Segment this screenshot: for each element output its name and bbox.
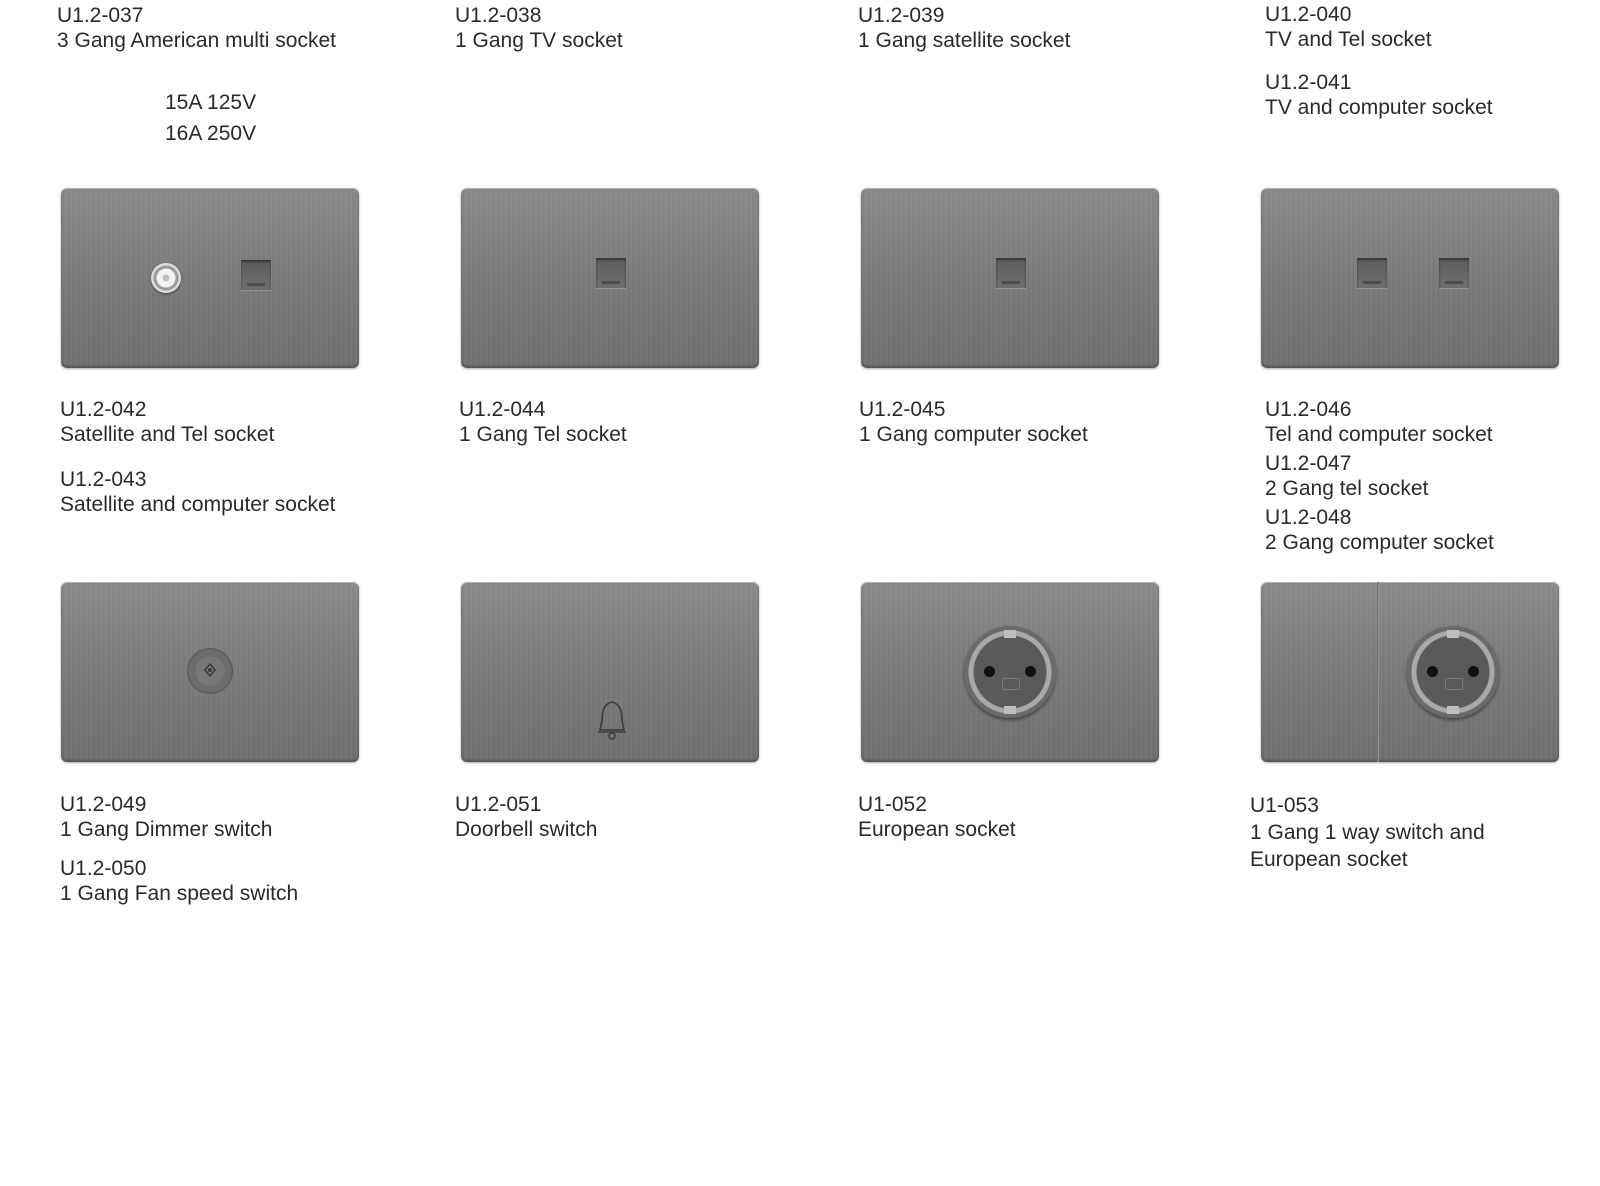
plate-computer (861, 188, 1159, 368)
plate-doorbell (461, 582, 759, 762)
rating-1: 15A 125V (165, 91, 257, 114)
tel-port-icon (596, 258, 626, 288)
caption-u1-2-044: U1.2-044 1 Gang Tel socket (459, 397, 627, 447)
product-code: U1.2-047 (1265, 452, 1352, 475)
product-name: 2 Gang tel socket (1265, 477, 1429, 500)
switch-seam (1377, 582, 1379, 762)
product-code: U1.2-040 (1265, 3, 1352, 26)
plate-european-socket (861, 582, 1159, 762)
tel-port-icon (241, 260, 271, 290)
product-code: U1.2-041 (1265, 71, 1352, 94)
product-code: U1.2-050 (60, 857, 147, 880)
product-name: 1 Gang Dimmer switch (60, 818, 273, 841)
product-name: 1 Gang computer socket (859, 423, 1088, 446)
product-code: U1.2-043 (60, 468, 147, 491)
plate-dimmer (61, 582, 359, 762)
plate-two-ports (1261, 188, 1559, 368)
product-code: U1.2-038 (455, 4, 542, 27)
product-name: 1 Gang TV socket (455, 29, 623, 52)
pin-left (1427, 666, 1438, 677)
tel-port-icon (1357, 258, 1387, 288)
product-code: U1.2-037 (57, 4, 144, 27)
ratings: 15A 125V 16A 250V (165, 87, 256, 149)
caption-u1-2-049: U1.2-049 1 Gang Dimmer switch (60, 792, 272, 842)
bell-icon (598, 701, 626, 740)
caption-u1-2-038: U1.2-038 1 Gang TV socket (455, 3, 623, 53)
caption-u1-2-043: U1.2-043 Satellite and computer socket (60, 467, 335, 517)
product-code: U1.2-051 (455, 793, 542, 816)
product-name-line2: European socket (1250, 848, 1408, 871)
product-name: 1 Gang Tel socket (459, 423, 627, 446)
european-socket-icon (1407, 626, 1499, 718)
tel-port-icon (1439, 258, 1469, 288)
caption-u1-2-040: U1.2-040 TV and Tel socket (1265, 2, 1432, 52)
plate-tv-tel (61, 188, 359, 368)
caption-u1-2-042: U1.2-042 Satellite and Tel socket (60, 397, 274, 447)
plate-tel (461, 188, 759, 368)
rating-2: 16A 250V (165, 122, 257, 145)
ground-clip-top (1004, 630, 1016, 638)
product-code: U1.2-044 (459, 398, 546, 421)
product-code: U1.2-039 (858, 4, 945, 27)
caption-u1-052: U1-052 European socket (858, 792, 1016, 842)
pin-left (984, 666, 995, 677)
product-name: Satellite and computer socket (60, 493, 336, 516)
product-name: Doorbell switch (455, 818, 598, 841)
product-name: 1 Gang satellite socket (858, 29, 1071, 52)
dimmer-knob-icon (187, 648, 233, 694)
caption-u1-2-045: U1.2-045 1 Gang computer socket (859, 397, 1088, 447)
product-code: U1-052 (858, 793, 927, 816)
product-code: U1.2-046 (1265, 398, 1352, 421)
pin-right (1468, 666, 1479, 677)
ground-clip-bottom (1004, 706, 1016, 714)
pin-right (1025, 666, 1036, 677)
caption-u1-2-051: U1.2-051 Doorbell switch (455, 792, 597, 842)
product-name: Satellite and Tel socket (60, 423, 275, 446)
product-name: Tel and computer socket (1265, 423, 1493, 446)
caption-u1-2-037: U1.2-037 3 Gang American multi socket (57, 3, 336, 53)
caption-u1-2-048: U1.2-048 2 Gang computer socket (1265, 505, 1494, 555)
product-name: TV and Tel socket (1265, 28, 1432, 51)
ground-clip-bottom (1447, 706, 1459, 714)
product-name: TV and computer socket (1265, 96, 1493, 119)
european-socket-icon (964, 626, 1056, 718)
caption-u1-053: U1-053 1 Gang 1 way switch and European … (1250, 792, 1485, 873)
tel-port-icon (996, 258, 1026, 288)
bulb-icon (204, 662, 216, 678)
product-code: U1.2-042 (60, 398, 147, 421)
socket-mark (1002, 678, 1020, 690)
product-code: U1-053 (1250, 794, 1319, 817)
caption-u1-2-039: U1.2-039 1 Gang satellite socket (858, 3, 1070, 53)
plate-switch-european-socket (1261, 582, 1559, 762)
product-name: 1 Gang Fan speed switch (60, 882, 299, 905)
caption-u1-2-050: U1.2-050 1 Gang Fan speed switch (60, 856, 298, 906)
caption-u1-2-041: U1.2-041 TV and computer socket (1265, 70, 1493, 120)
caption-u1-2-047: U1.2-047 2 Gang tel socket (1265, 451, 1428, 501)
coax-icon (151, 263, 181, 293)
socket-mark (1445, 678, 1463, 690)
product-code: U1.2-045 (859, 398, 946, 421)
product-name: European socket (858, 818, 1016, 841)
product-name: 1 Gang 1 way switch and (1250, 821, 1485, 844)
product-name: 3 Gang American multi socket (57, 29, 336, 52)
caption-u1-2-046: U1.2-046 Tel and computer socket (1265, 397, 1493, 447)
product-code: U1.2-049 (60, 793, 147, 816)
product-name: 2 Gang computer socket (1265, 531, 1494, 554)
product-code: U1.2-048 (1265, 506, 1352, 529)
ground-clip-top (1447, 630, 1459, 638)
